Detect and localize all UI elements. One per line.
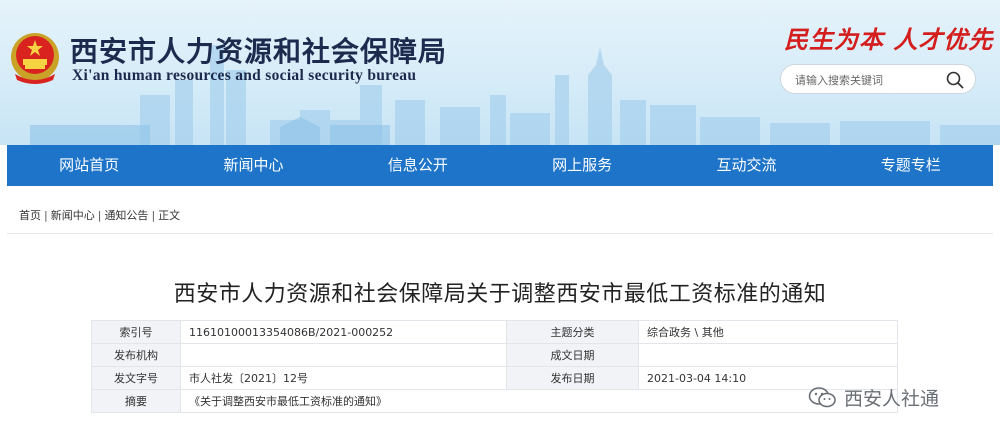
breadcrumb-current: 正文 [158,209,181,222]
national-emblem-icon [11,33,59,84]
nav-item-info-disclosure[interactable]: 信息公开 [336,145,500,186]
site-header: 西安市人力资源和社会保障局 Xi'an human resources and … [0,0,1000,145]
nav-item-topics[interactable]: 专题专栏 [829,145,993,186]
breadcrumb-separator: | [44,209,48,222]
table-row: 发文字号 市人社发〔2021〕12号 发布日期 2021-03-04 14:10 [91,366,898,390]
watermark: 西安人社通 [808,384,939,411]
category-value: 综合政务 \ 其他 [638,320,898,344]
table-row: 索引号 11610100013354086B/2021-000252 主题分类 … [91,320,898,344]
divider [7,233,993,234]
breadcrumb-news[interactable]: 新闻中心 [51,207,95,223]
table-row: 发布机构 成文日期 [91,343,898,367]
breadcrumb-notices[interactable]: 通知公告 [104,207,148,223]
publish-date-label: 发布日期 [506,366,639,390]
category-label: 主题分类 [506,320,639,344]
document-info-table: 索引号 11610100013354086B/2021-000252 主题分类 … [91,320,898,413]
publisher-label: 发布机构 [91,343,181,367]
abstract-label: 摘要 [91,389,181,413]
abstract-value: 《关于调整西安市最低工资标准的通知》 [180,389,898,413]
doc-number-value: 市人社发〔2021〕12号 [180,366,507,390]
table-row: 摘要 《关于调整西安市最低工资标准的通知》 [91,389,898,413]
site-subtitle: Xi'an human resources and social securit… [72,67,417,84]
index-value: 11610100013354086B/2021-000252 [180,320,507,344]
index-label: 索引号 [91,320,181,344]
slogan: 民生为本 人才优先 [784,25,994,54]
nav-item-interaction[interactable]: 互动交流 [664,145,828,186]
article-title: 西安市人力资源和社会保障局关于调整西安市最低工资标准的通知 [173,282,827,307]
breadcrumb-separator: | [97,209,102,222]
search-input[interactable] [795,72,945,88]
breadcrumb-separator: | [151,209,156,222]
nav-item-home[interactable]: 网站首页 [7,145,171,186]
created-date-label: 成文日期 [506,343,639,367]
main-nav: 网站首页 新闻中心 信息公开 网上服务 互动交流 专题专栏 [7,145,993,186]
site-title: 西安市人力资源和社会保障局 [70,35,448,68]
search-box [780,64,976,94]
search-icon [946,71,964,89]
search-button[interactable] [945,70,965,90]
nav-item-online-service[interactable]: 网上服务 [500,145,664,186]
publisher-value [180,343,507,367]
doc-number-label: 发文字号 [91,366,181,390]
nav-item-news[interactable]: 新闻中心 [171,145,335,186]
breadcrumb-home[interactable]: 首页 [19,207,41,223]
breadcrumb: 首页 | 新闻中心 | 通知公告 | 正文 [19,207,180,223]
wechat-icon [808,386,836,407]
watermark-text: 西安人社通 [844,388,940,410]
created-date-value [638,343,898,367]
